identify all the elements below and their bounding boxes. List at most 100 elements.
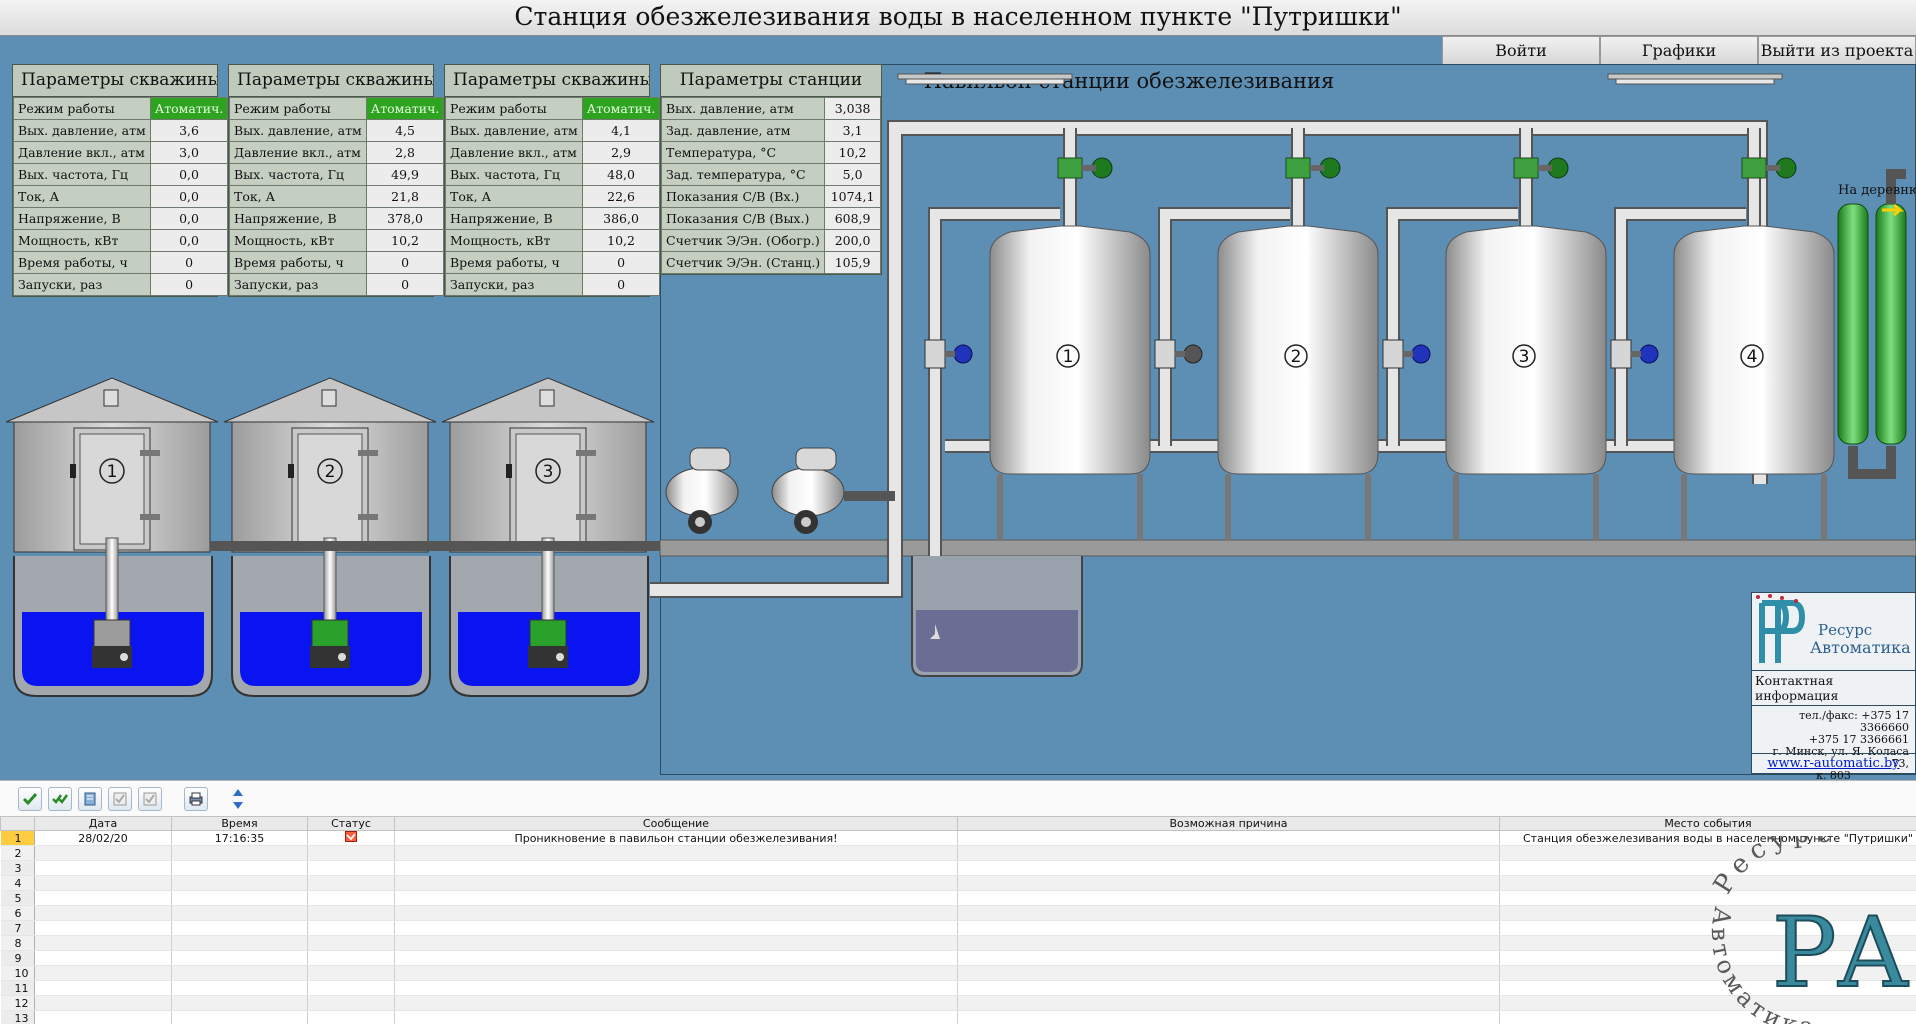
well-panel-2: Параметры скважины Режим работы Атоматич.… xyxy=(228,64,445,297)
param-value: 2,9 xyxy=(581,141,661,164)
login-button[interactable]: Войти xyxy=(1442,36,1600,65)
event-date xyxy=(34,920,172,936)
column-header[interactable] xyxy=(0,816,35,831)
table-row[interactable]: 11 xyxy=(0,980,1916,996)
event-date xyxy=(34,860,172,876)
table-row[interactable]: 5 xyxy=(0,890,1916,906)
table-row[interactable]: 9 xyxy=(0,950,1916,966)
mode-value[interactable]: Атоматич. xyxy=(581,97,661,120)
param-label: Давление вкл., атм xyxy=(229,141,367,164)
event-status xyxy=(307,920,395,936)
param-row: Вых. давление, атм 3,038 xyxy=(660,97,881,120)
param-label: Давление вкл., атм xyxy=(445,141,583,164)
event-date xyxy=(34,845,172,861)
print-button[interactable] xyxy=(184,786,208,811)
param-value: 3,0 xyxy=(149,141,229,164)
well-3 xyxy=(449,537,649,697)
event-cause xyxy=(957,935,1500,951)
param-label: Напряжение, В xyxy=(229,207,367,230)
param-value: 200,0 xyxy=(824,229,881,252)
well-number: 3 xyxy=(543,462,554,482)
param-label: Вых. давление, атм xyxy=(445,119,583,142)
well-params-table: Режим работы Атоматич. Вых. давление, атм 3… xyxy=(13,97,229,296)
param-row: Напряжение, В 378,0 xyxy=(229,207,445,230)
param-row: Напряжение, В 386,0 xyxy=(445,207,661,230)
table-row[interactable]: 10 xyxy=(0,965,1916,981)
param-label: Температура, °C xyxy=(660,141,826,164)
param-row: Режим работы Атоматич. xyxy=(445,97,661,120)
param-row: Вых. давление, атм 4,5 xyxy=(229,119,445,142)
param-label: Вых. частота, Гц xyxy=(229,163,367,186)
check-button[interactable] xyxy=(108,786,132,811)
event-place xyxy=(1499,935,1916,951)
table-row[interactable]: 3 xyxy=(0,860,1916,876)
scada-screen: Станция обезжелезивания воды в населенно… xyxy=(0,0,1916,1024)
event-time xyxy=(171,875,308,891)
event-cause xyxy=(957,875,1500,891)
event-message xyxy=(394,845,958,861)
table-row[interactable]: 1 28/02/20 17:16:35 Проникновение в павильо… xyxy=(0,830,1916,846)
event-cause xyxy=(957,890,1500,906)
column-header[interactable]: Место события xyxy=(1499,816,1916,831)
event-message xyxy=(394,905,958,921)
param-row: Мощность, кВт 10,2 xyxy=(229,229,445,252)
acknowledge-button[interactable] xyxy=(18,786,42,811)
param-row: Счетчик Э/Эн. (Станц.) 105,9 xyxy=(660,251,881,274)
compressor xyxy=(665,447,895,534)
param-label: Мощность, кВт xyxy=(13,229,151,252)
event-cause xyxy=(957,860,1500,876)
sort-button[interactable] xyxy=(226,787,250,811)
param-row: Время работы, ч0 xyxy=(229,251,445,274)
table-row[interactable]: 6 xyxy=(0,905,1916,921)
table-row[interactable]: 8 xyxy=(0,935,1916,951)
column-header[interactable]: Статус xyxy=(307,816,395,831)
event-date xyxy=(34,935,172,951)
event-date xyxy=(34,905,172,921)
param-label: Зад. температура, °C xyxy=(660,163,826,186)
column-header[interactable]: Возможная причина xyxy=(957,816,1500,831)
event-status xyxy=(307,1010,395,1024)
sort-icon xyxy=(233,788,243,809)
exit-project-button[interactable]: Выйти из проекта xyxy=(1758,36,1916,65)
param-row: Вых. частота, Гц 0,0 xyxy=(13,163,229,186)
param-label: Время работы, ч xyxy=(13,251,151,274)
param-row: Показания С/В (Вх.) 1074,1 xyxy=(660,185,881,208)
table-row[interactable]: 12 xyxy=(0,995,1916,1011)
param-value: 378,0 xyxy=(365,207,445,230)
event-status xyxy=(307,995,395,1011)
event-message xyxy=(394,920,958,936)
table-row[interactable]: 7 xyxy=(0,920,1916,936)
param-value: 0,0 xyxy=(149,185,229,208)
column-header[interactable]: Сообщение xyxy=(394,816,958,831)
check-all-icon xyxy=(143,792,157,805)
event-date xyxy=(34,980,172,996)
param-row: Счетчик Э/Эн. (Обогр.) 200,0 xyxy=(660,229,881,252)
website-link[interactable]: www.r-automatic.by xyxy=(1752,753,1915,773)
param-row: Вых. частота, Гц 48,0 xyxy=(445,163,661,186)
acknowledge-all-button[interactable] xyxy=(48,786,72,811)
event-place xyxy=(1499,875,1916,891)
archive-button[interactable] xyxy=(78,786,102,811)
charts-button[interactable]: Графики xyxy=(1600,36,1758,65)
events-toolbar xyxy=(0,780,1916,816)
column-header[interactable]: Дата xyxy=(34,816,172,831)
ack-all-icon xyxy=(52,793,68,804)
check-all-button[interactable] xyxy=(138,786,162,811)
param-label: Запуски, раз xyxy=(13,273,151,296)
table-row[interactable]: 13 xyxy=(0,1010,1916,1024)
event-status xyxy=(307,965,395,981)
nav-bar: Войти Графики Выйти из проекта xyxy=(1442,36,1916,65)
table-row[interactable]: 4 xyxy=(0,875,1916,891)
mode-value[interactable]: Атоматич. xyxy=(365,97,445,120)
row-number: 3 xyxy=(0,860,35,876)
event-message xyxy=(394,965,958,981)
event-cause xyxy=(957,1010,1500,1024)
param-value: 0 xyxy=(365,251,445,274)
event-cause xyxy=(957,950,1500,966)
tank-number: 1 xyxy=(1063,347,1074,367)
mode-value[interactable]: Атоматич. xyxy=(149,97,229,120)
event-cause xyxy=(957,965,1500,981)
table-row[interactable]: 2 xyxy=(0,845,1916,861)
column-header[interactable]: Время xyxy=(171,816,308,831)
event-place xyxy=(1499,845,1916,861)
